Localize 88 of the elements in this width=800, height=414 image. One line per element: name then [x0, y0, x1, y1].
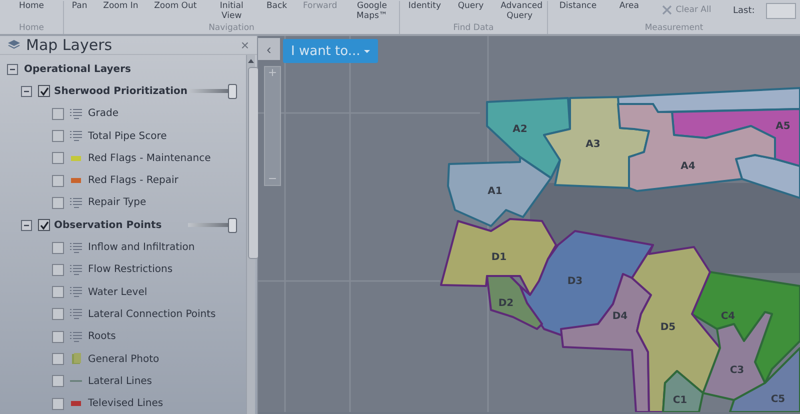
collapse-icon[interactable]	[7, 64, 18, 75]
layer-label: Red Flags - Repair	[88, 175, 178, 186]
zone-label: D5	[660, 322, 676, 333]
close-icon	[662, 5, 672, 15]
group-label: Find Data	[452, 22, 495, 34]
line-icon	[70, 379, 82, 384]
map-view[interactable]: A2 A5 A3 A4 A1 D1 D3 D2 D4 C4 D5 C3 C1 C5 ‹ I want to... + −	[258, 36, 800, 414]
checkbox[interactable]	[52, 196, 64, 209]
zone-label: A2	[512, 124, 528, 135]
group-label: Navigation	[208, 22, 256, 34]
photo-icon	[72, 353, 80, 365]
map-zone[interactable]	[617, 86, 800, 200]
collapse-icon[interactable]	[21, 220, 32, 231]
checkbox[interactable]	[52, 264, 64, 276]
legend-icon	[70, 330, 82, 343]
ribbon-button[interactable]: Zoom Out	[153, 1, 198, 11]
layer-label: Observation Points	[54, 220, 162, 231]
ribbon-button[interactable]: Distance	[558, 1, 598, 11]
scrollbar-thumb[interactable]	[248, 67, 259, 259]
checkbox[interactable]	[52, 108, 64, 120]
checkbox[interactable]	[52, 353, 64, 365]
layer-label: Repair Type	[88, 197, 146, 208]
layer-label: Lateral Connection Points	[88, 308, 216, 320]
zone-label: A5	[776, 121, 790, 132]
layer-label: Inflow and Infiltration	[88, 242, 195, 254]
legend-icon	[70, 130, 82, 142]
layer-label: Grade	[88, 108, 118, 120]
layer-label: Total Pipe Score	[88, 130, 167, 142]
layer-label: Water Level	[88, 286, 148, 298]
legend-icon	[70, 108, 82, 120]
zone-label: C4	[720, 311, 736, 322]
slider-thumb[interactable]	[228, 218, 237, 233]
zone-label: A1	[488, 186, 502, 197]
checkbox[interactable]	[52, 174, 64, 187]
scrollbar[interactable]	[246, 55, 255, 414]
zone-label: A3	[586, 139, 600, 150]
input-field[interactable]	[766, 3, 796, 19]
checkbox[interactable]	[52, 152, 64, 164]
collapse-icon[interactable]	[21, 86, 32, 97]
checkbox[interactable]	[52, 375, 64, 388]
zone-label: D3	[567, 276, 583, 287]
zone-label: D2	[498, 298, 514, 309]
caret-icon	[364, 50, 370, 52]
zone-label: C5	[770, 394, 786, 405]
slider-thumb[interactable]	[228, 84, 237, 99]
layer-label: Sherwood Prioritization	[54, 86, 188, 97]
layer-label: General Photo	[88, 354, 160, 364]
layers-icon	[8, 40, 20, 50]
zone-label: C3	[730, 365, 744, 376]
layer-label: Flow Restrictions	[88, 264, 173, 276]
ribbon-button[interactable]: Pan	[70, 1, 88, 11]
legend-icon	[70, 308, 82, 320]
zone-label: C1	[672, 395, 688, 406]
checkbox[interactable]	[52, 130, 64, 142]
checkbox[interactable]	[52, 330, 64, 343]
layer-label: Televised Lines	[88, 398, 164, 410]
group-label: Measurement	[644, 22, 704, 34]
legend-icon	[70, 242, 82, 254]
zone-label: D4	[612, 311, 628, 322]
checkbox[interactable]	[52, 242, 64, 254]
group-label: Home	[18, 22, 46, 34]
field-label: Last:	[733, 6, 755, 16]
checkbox[interactable]	[52, 398, 64, 410]
legend-icon	[70, 196, 82, 209]
ribbon-button[interactable]: Area	[618, 1, 640, 11]
ribbon-button[interactable]: Home	[18, 1, 46, 11]
panel-title: Map Layers	[26, 36, 114, 54]
collapse-button[interactable]: ‹	[258, 38, 280, 60]
zone-label: D1	[491, 252, 507, 263]
ribbon-button[interactable]: Zoom In	[102, 1, 140, 11]
layer-label: Roots	[88, 331, 116, 342]
triangle-up-icon[interactable]	[248, 59, 254, 63]
layer-label: Red Flags - Maintenance	[88, 152, 211, 164]
ribbon-button[interactable]: Back	[265, 1, 288, 11]
ribbon-button[interactable]: Query	[456, 1, 485, 11]
checkbox[interactable]	[52, 286, 64, 298]
legend-icon	[70, 264, 82, 276]
checkbox[interactable]	[38, 219, 50, 232]
layer-label: Lateral Lines	[88, 376, 152, 387]
zone-label: A4	[680, 161, 696, 172]
checkbox[interactable]	[52, 308, 64, 320]
ribbon-button[interactable]: Google Maps™	[352, 1, 392, 21]
legend-icon	[70, 286, 82, 298]
ribbon-button[interactable]: Initial View	[212, 1, 252, 21]
checkbox[interactable]	[38, 85, 50, 98]
ribbon-button[interactable]: Advanced Query	[500, 1, 540, 21]
ribbon-button[interactable]: Identity	[407, 1, 442, 11]
layer-group-label: Operational Layers	[24, 64, 131, 75]
